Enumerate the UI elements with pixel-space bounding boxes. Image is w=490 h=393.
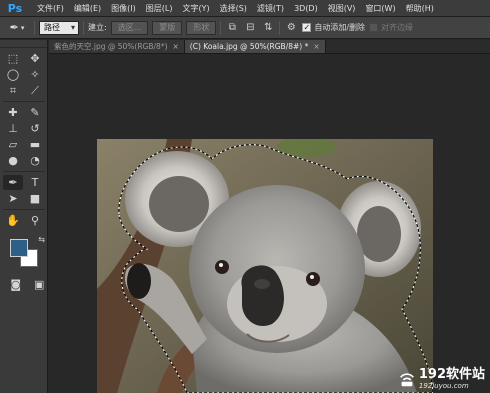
pen-tool-icon[interactable]: ✒: [3, 175, 23, 190]
options-bar: ✒▾ 路径 建立: 选区... 蒙版 形状 ⧉ ⊟ ⇅ ⚙ ✓ 自动添加/删除 …: [0, 17, 490, 39]
menu-3d[interactable]: 3D(D): [289, 4, 323, 13]
tab-label: (C) Koala.jpg @ 50%(RGB/8#) *: [189, 42, 309, 51]
menu-view[interactable]: 视图(V): [323, 3, 361, 14]
menu-bar: Ps 文件(F) 编辑(E) 图像(I) 图层(L) 文字(Y) 选择(S) 滤…: [0, 0, 490, 17]
eyedropper-icon[interactable]: ⟋: [25, 83, 45, 98]
hand-tool-icon[interactable]: ✋: [3, 213, 23, 228]
path-alignment-icon[interactable]: ⊟: [243, 21, 257, 35]
menu-file[interactable]: 文件(F): [32, 3, 69, 14]
color-swatches: ⇆: [6, 235, 46, 273]
path-arrangement-icon[interactable]: ⇅: [261, 21, 275, 35]
menu-help[interactable]: 帮助(H): [401, 3, 439, 14]
make-label: 建立:: [88, 23, 107, 32]
watermark-url: 192luyou.com: [418, 382, 469, 390]
menu-edit[interactable]: 编辑(E): [69, 3, 106, 14]
make-shape-button[interactable]: 形状: [186, 20, 217, 35]
pen-tool-preset-picker[interactable]: ✒ ▾: [4, 20, 30, 36]
koala-photo[interactable]: [97, 139, 433, 393]
menu-window[interactable]: 窗口(W): [360, 3, 400, 14]
gradient-icon[interactable]: ▬: [25, 137, 45, 152]
rectangular-marquee-icon[interactable]: ⬚: [3, 51, 23, 66]
tab-label: 紫色的天空.jpg @ 50%(RGB/8*): [54, 42, 168, 51]
path-operations-icon[interactable]: ⧉: [225, 21, 239, 35]
divider: [279, 20, 281, 35]
checkbox-checked-icon: ✓: [302, 23, 312, 32]
eraser-icon[interactable]: ▱: [3, 137, 23, 152]
menu-image[interactable]: 图像(I): [106, 3, 141, 14]
divider: [83, 20, 84, 35]
auto-add-delete-checkbox[interactable]: ✓ 自动添加/删除: [302, 22, 365, 33]
tools-panel: ⬚ ✥ ◯ ✧ ⌗ ⟋ ✚ ✎ ⊥ ↺ ▱ ▬ ● ◔ ✒ T ➤ ■ ✋ ⚲ …: [0, 40, 48, 393]
type-tool-icon[interactable]: T: [25, 175, 45, 190]
blur-icon[interactable]: ●: [3, 153, 23, 168]
chevron-down-icon: ▾: [20, 23, 25, 32]
photoshop-logo: Ps: [7, 1, 23, 15]
menu-select[interactable]: 选择(S): [215, 3, 252, 14]
document-tab[interactable]: 紫色的天空.jpg @ 50%(RGB/8*) ×: [49, 40, 185, 53]
rectangle-shape-icon[interactable]: ■: [25, 191, 45, 206]
document-tab-bar: 紫色的天空.jpg @ 50%(RGB/8*) × (C) Koala.jpg …: [49, 40, 490, 54]
watermark-title: 192软件站: [418, 367, 485, 382]
align-edges-label: 对齐边缘: [381, 23, 414, 32]
magic-wand-icon[interactable]: ✧: [25, 67, 45, 82]
path-selection-icon[interactable]: ➤: [3, 191, 23, 206]
watermark: 192软件站 192luyou.com: [398, 368, 485, 390]
gear-icon[interactable]: ⚙: [284, 21, 298, 35]
pen-mode-select[interactable]: 路径: [39, 20, 79, 35]
lasso-icon[interactable]: ◯: [3, 67, 23, 82]
clone-stamp-icon[interactable]: ⊥: [3, 121, 23, 136]
divider: [3, 101, 45, 102]
foreground-color-swatch[interactable]: [10, 239, 28, 257]
close-icon[interactable]: ×: [173, 40, 179, 53]
swap-colors-icon[interactable]: ⇆: [38, 235, 45, 244]
zoom-tool-icon[interactable]: ⚲: [25, 213, 45, 228]
align-edges-checkbox[interactable]: 对齐边缘: [369, 22, 413, 33]
auto-add-delete-label: 自动添加/删除: [314, 23, 366, 32]
make-mask-button[interactable]: 蒙版: [152, 20, 183, 35]
dodge-icon[interactable]: ◔: [25, 153, 45, 168]
canvas-area[interactable]: 192软件站 192luyou.com: [49, 55, 490, 393]
document-tab-active[interactable]: (C) Koala.jpg @ 50%(RGB/8#) * ×: [184, 40, 326, 53]
healing-brush-icon[interactable]: ✚: [3, 105, 23, 120]
divider: [34, 20, 35, 35]
brush-icon[interactable]: ✎: [25, 105, 45, 120]
koala-image: [97, 139, 433, 393]
wifi-router-icon: [399, 373, 414, 387]
make-selection-button[interactable]: 选区...: [110, 20, 149, 35]
panel-grip[interactable]: [0, 40, 47, 48]
checkbox-unchecked-icon: [369, 23, 379, 32]
screen-mode-icon[interactable]: ▣: [32, 277, 48, 292]
pen-icon: ✒: [9, 21, 19, 34]
move-tool-icon[interactable]: ✥: [25, 51, 45, 66]
menu-filter[interactable]: 滤镜(T): [252, 3, 289, 14]
history-brush-icon[interactable]: ↺: [25, 121, 45, 136]
divider: [3, 209, 45, 210]
menu-type[interactable]: 文字(Y): [177, 3, 214, 14]
close-icon[interactable]: ×: [313, 40, 319, 53]
menu-layer[interactable]: 图层(L): [141, 3, 178, 14]
quick-mask-icon[interactable]: ◙: [8, 277, 24, 292]
divider: [220, 20, 222, 35]
crop-icon[interactable]: ⌗: [3, 83, 23, 98]
divider: [3, 171, 45, 172]
